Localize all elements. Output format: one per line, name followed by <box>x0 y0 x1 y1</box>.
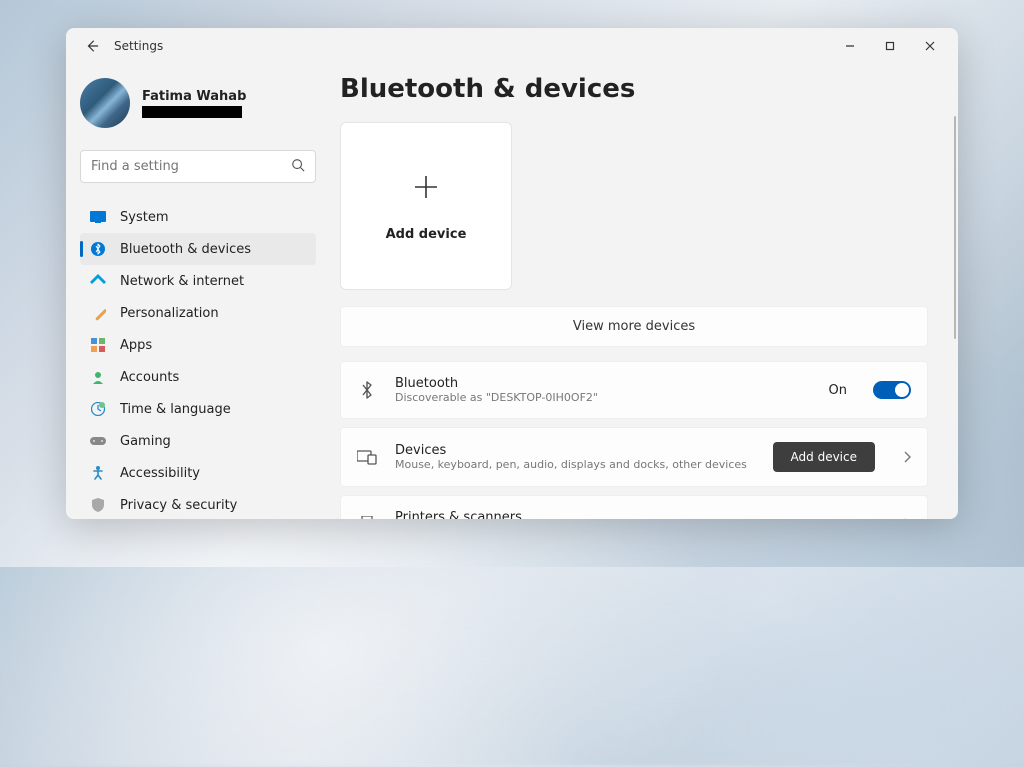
window-controls <box>830 33 950 59</box>
plus-icon <box>412 171 440 209</box>
profile-name: Fatima Wahab <box>142 89 246 104</box>
profile-card[interactable]: Fatima Wahab <box>80 74 316 132</box>
avatar <box>80 78 130 128</box>
nav-label: Accessibility <box>120 466 200 481</box>
devices-title: Devices <box>395 443 755 458</box>
printers-title: Printers & scanners <box>395 510 885 519</box>
profile-email-redacted <box>142 106 242 118</box>
sidebar-item-accessibility[interactable]: Accessibility <box>80 457 316 489</box>
minimize-button[interactable] <box>830 33 870 59</box>
window-body: Fatima Wahab System Bluetooth & devices <box>66 64 958 519</box>
close-button[interactable] <box>910 33 950 59</box>
sidebar-item-time-language[interactable]: Time & language <box>80 393 316 425</box>
bluetooth-toggle-state: On <box>829 383 847 398</box>
sidebar: Fatima Wahab System Bluetooth & devices <box>66 64 330 519</box>
main-content: Bluetooth & devices Add device View more… <box>330 64 958 519</box>
gaming-icon <box>90 433 106 449</box>
sidebar-item-gaming[interactable]: Gaming <box>80 425 316 457</box>
add-device-button[interactable]: Add device <box>773 442 875 472</box>
nav-label: Network & internet <box>120 274 244 289</box>
search-icon <box>291 157 305 176</box>
sidebar-item-privacy[interactable]: Privacy & security <box>80 489 316 519</box>
bluetooth-toggle[interactable] <box>873 381 911 399</box>
maximize-icon <box>885 41 895 51</box>
sidebar-item-bluetooth[interactable]: Bluetooth & devices <box>80 233 316 265</box>
arrow-left-icon <box>85 39 99 53</box>
bluetooth-row-text: Bluetooth Discoverable as "DESKTOP-0IH0O… <box>395 376 811 404</box>
printers-row-icon <box>357 514 377 519</box>
page-title: Bluetooth & devices <box>340 74 928 104</box>
printers-row[interactable]: Printers & scanners Preferences, trouble… <box>340 495 928 519</box>
printers-row-text: Printers & scanners Preferences, trouble… <box>395 510 885 519</box>
search-input[interactable] <box>91 159 291 174</box>
sidebar-item-accounts[interactable]: Accounts <box>80 361 316 393</box>
profile-text: Fatima Wahab <box>142 89 246 118</box>
nav-label: Accounts <box>120 370 179 385</box>
bluetooth-row[interactable]: Bluetooth Discoverable as "DESKTOP-0IH0O… <box>340 361 928 419</box>
sidebar-item-network[interactable]: Network & internet <box>80 265 316 297</box>
nav-label: Privacy & security <box>120 498 237 513</box>
sidebar-item-apps[interactable]: Apps <box>80 329 316 361</box>
network-icon <box>90 273 106 289</box>
view-more-label: View more devices <box>573 319 695 334</box>
sidebar-item-personalization[interactable]: Personalization <box>80 297 316 329</box>
chevron-right-icon <box>903 515 911 520</box>
close-icon <box>925 41 935 51</box>
bluetooth-title: Bluetooth <box>395 376 811 391</box>
time-icon <box>90 401 106 417</box>
privacy-icon <box>90 497 106 513</box>
scrollbar[interactable] <box>954 116 956 339</box>
window-title: Settings <box>114 39 830 53</box>
devices-subtitle: Mouse, keyboard, pen, audio, displays an… <box>395 458 755 471</box>
apps-icon <box>90 337 106 353</box>
personalization-icon <box>90 305 106 321</box>
view-more-devices-link[interactable]: View more devices <box>340 306 928 347</box>
chevron-right-icon <box>903 448 911 467</box>
devices-row-icon <box>357 447 377 467</box>
nav-label: Time & language <box>120 402 231 417</box>
titlebar: Settings <box>66 28 958 64</box>
maximize-button[interactable] <box>870 33 910 59</box>
search-box[interactable] <box>80 150 316 183</box>
nav-label: Apps <box>120 338 152 353</box>
nav: System Bluetooth & devices Network & int… <box>80 201 316 519</box>
system-icon <box>90 209 106 225</box>
devices-row[interactable]: Devices Mouse, keyboard, pen, audio, dis… <box>340 427 928 487</box>
bluetooth-subtitle: Discoverable as "DESKTOP-0IH0OF2" <box>395 391 811 404</box>
nav-label: Gaming <box>120 434 171 449</box>
settings-window: Settings Fatima Wahab <box>66 28 958 519</box>
nav-label: Personalization <box>120 306 219 321</box>
nav-label: System <box>120 210 168 225</box>
accounts-icon <box>90 369 106 385</box>
add-device-tile[interactable]: Add device <box>340 122 512 290</box>
sidebar-item-system[interactable]: System <box>80 201 316 233</box>
bluetooth-row-icon <box>357 380 377 400</box>
devices-row-text: Devices Mouse, keyboard, pen, audio, dis… <box>395 443 755 471</box>
bluetooth-icon <box>90 241 106 257</box>
minimize-icon <box>845 41 855 51</box>
back-button[interactable] <box>82 36 102 56</box>
nav-label: Bluetooth & devices <box>120 242 251 257</box>
add-device-tile-label: Add device <box>386 227 467 242</box>
accessibility-icon <box>90 465 106 481</box>
